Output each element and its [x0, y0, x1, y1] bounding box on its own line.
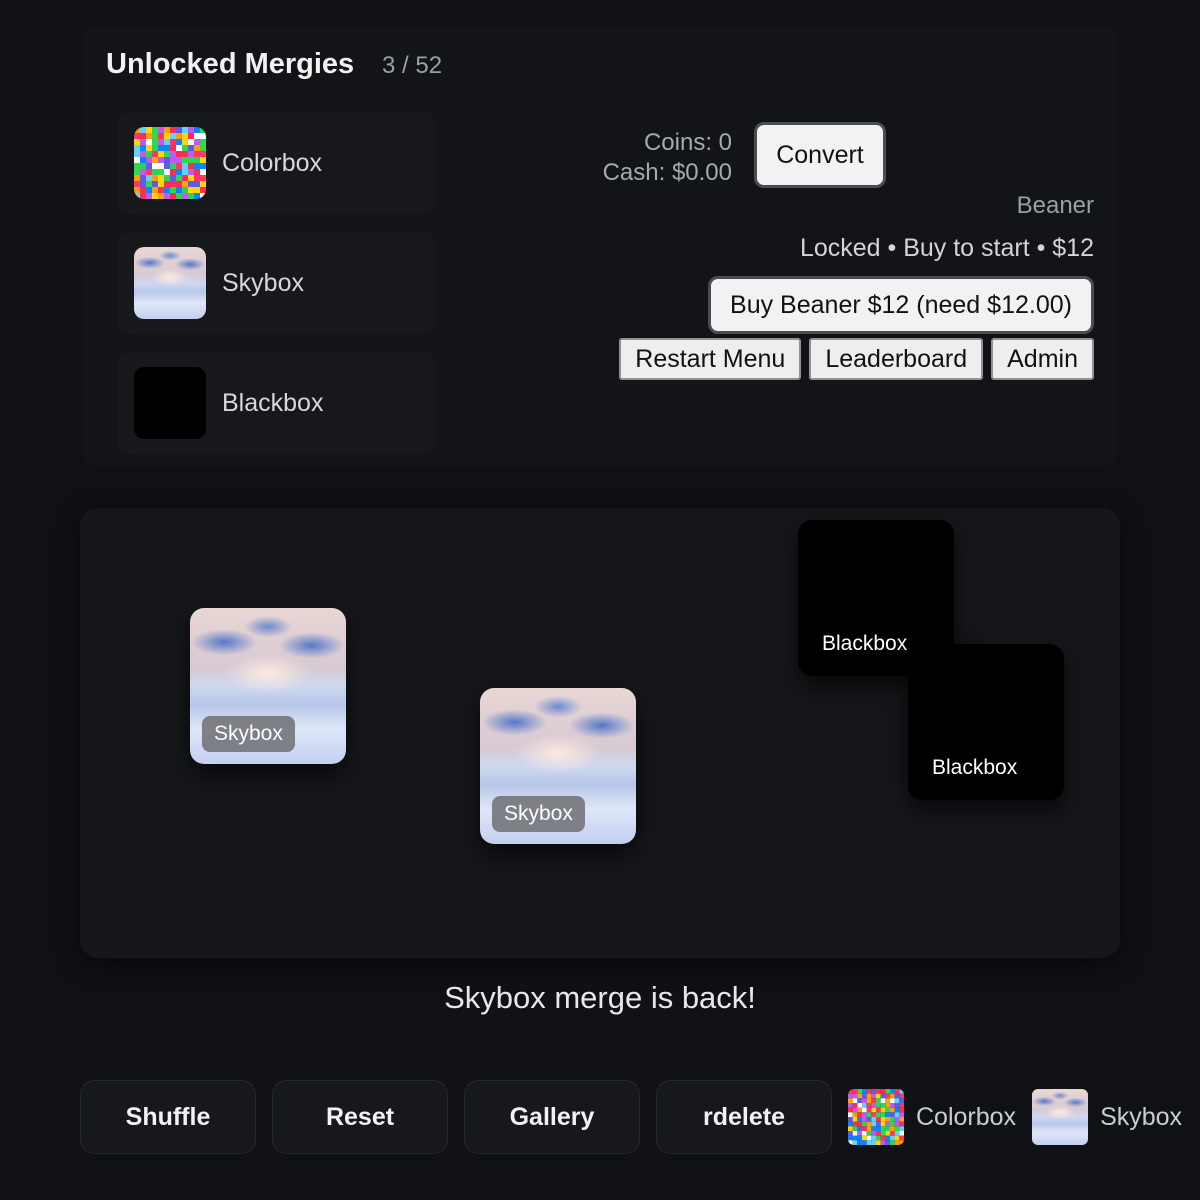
- unlocked-list: Colorbox Skybox Blackbox: [118, 112, 436, 472]
- next-merge-status: Locked • Buy to start • $12: [799, 234, 1094, 262]
- spawn-item-label: Colorbox: [916, 1102, 1017, 1131]
- menu-row: Restart Menu Leaderboard Admin: [619, 338, 1094, 380]
- spawn-item-skybox[interactable]: Skybox: [1032, 1089, 1182, 1145]
- rdelete-button[interactable]: rdelete: [656, 1080, 832, 1154]
- unlocked-panel: Unlocked Mergies 3 / 52 Colorbox Skybox …: [82, 26, 1118, 466]
- board-tile-blackbox[interactable]: Blackbox: [908, 644, 1064, 800]
- wallet-stats: Coins: 0 Cash: $0.00: [603, 128, 732, 188]
- bottom-toolbar: Shuffle Reset Gallery rdelete Colorbox S…: [80, 1080, 1198, 1154]
- unlocked-item-label: Colorbox: [222, 148, 323, 177]
- unlocked-item-label: Skybox: [222, 268, 304, 297]
- unlocked-item-skybox[interactable]: Skybox: [118, 232, 436, 334]
- leaderboard-button[interactable]: Leaderboard: [809, 338, 984, 380]
- unlocked-item-blackbox[interactable]: Blackbox: [118, 352, 436, 454]
- unlocked-item-colorbox[interactable]: Colorbox: [118, 112, 436, 214]
- spawn-item-colorbox[interactable]: Colorbox: [848, 1089, 1016, 1145]
- skybox-thumbnail: [134, 247, 206, 319]
- unlocked-count: 3 / 52: [382, 52, 443, 79]
- spawn-item-label: Skybox: [1100, 1102, 1183, 1131]
- admin-button[interactable]: Admin: [991, 338, 1094, 380]
- panel-title: Unlocked Mergies: [106, 48, 355, 80]
- restart-menu-button[interactable]: Restart Menu: [619, 338, 802, 380]
- colorbox-thumbnail: [134, 127, 206, 199]
- tile-label: Blackbox: [932, 756, 1018, 779]
- convert-button[interactable]: Convert: [754, 122, 886, 188]
- tile-label: Skybox: [492, 796, 585, 832]
- tile-label: Blackbox: [822, 632, 908, 655]
- blackbox-thumbnail: [134, 367, 206, 439]
- coins-text: Coins: 0: [643, 129, 732, 156]
- colorbox-thumbnail: [848, 1089, 904, 1145]
- board-tile-skybox[interactable]: Skybox: [190, 608, 346, 764]
- reset-button[interactable]: Reset: [272, 1080, 448, 1154]
- gallery-button[interactable]: Gallery: [464, 1080, 640, 1154]
- merge-board: Skybox Skybox Blackbox Blackbox: [80, 508, 1120, 958]
- tile-label: Skybox: [202, 716, 295, 752]
- shuffle-button[interactable]: Shuffle: [80, 1080, 256, 1154]
- buy-merge-button[interactable]: Buy Beaner $12 (need $12.00): [708, 276, 1094, 334]
- status-message: Skybox merge is back!: [444, 980, 756, 1015]
- next-merge-name: Beaner: [1016, 192, 1094, 219]
- cash-text: Cash: $0.00: [602, 159, 732, 186]
- board-tile-skybox[interactable]: Skybox: [480, 688, 636, 844]
- skybox-thumbnail: [1032, 1089, 1089, 1145]
- unlocked-item-label: Blackbox: [222, 388, 324, 417]
